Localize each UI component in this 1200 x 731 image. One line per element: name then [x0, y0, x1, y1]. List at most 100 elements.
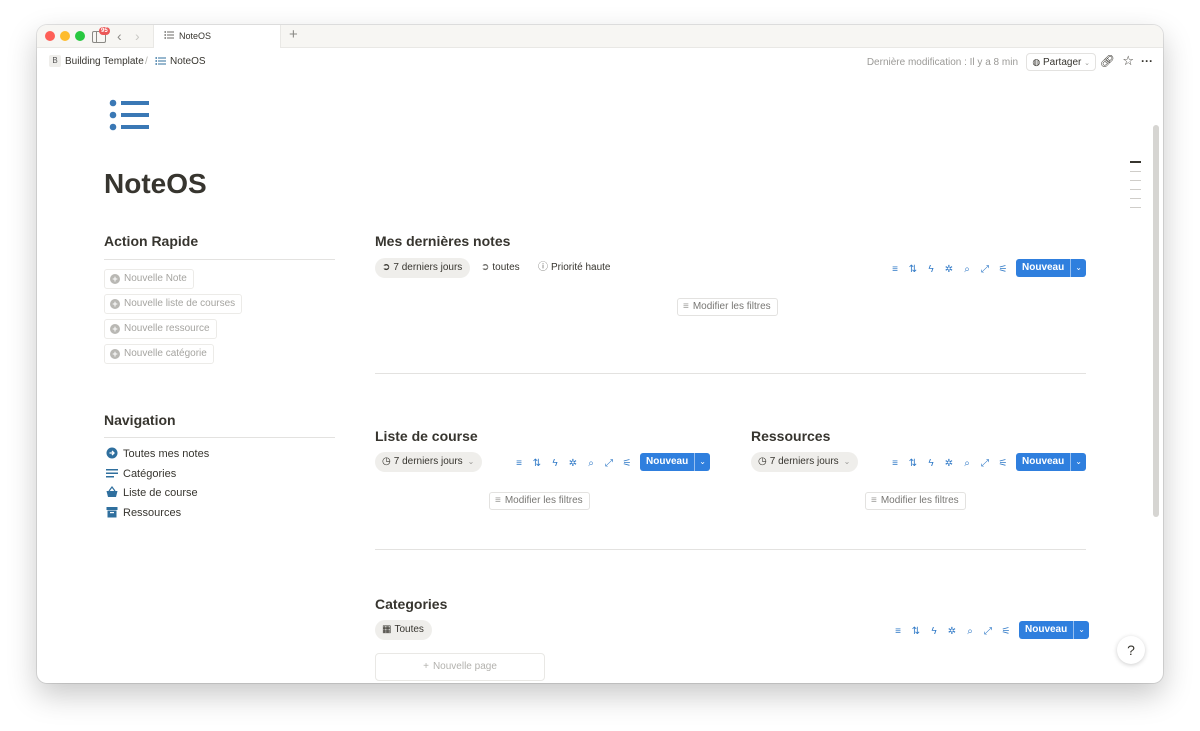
breadcrumb-workspace[interactable]: Building Template — [65, 56, 144, 67]
forward-arrow-icon[interactable]: › — [135, 28, 140, 44]
view-selector-last-7-days[interactable]: ◷ 7 derniers jours ⌄ — [375, 452, 483, 472]
expand-icon[interactable]: ⤢ — [979, 623, 997, 641]
new-entry-button[interactable]: Nouveau ⌄ — [1016, 453, 1086, 471]
settings-icon[interactable]: ⚟ — [997, 623, 1015, 641]
minimize-window-button[interactable] — [60, 31, 70, 41]
gallery-grid-icon: ▦ — [382, 624, 392, 635]
sparkle-icon[interactable]: ✲ — [940, 455, 958, 473]
settings-icon[interactable]: ⚟ — [994, 261, 1012, 279]
view-selector-last-7-days[interactable]: ◷ 7 derniers jours ⌄ — [751, 452, 859, 472]
star-icon[interactable]: ☆ — [1122, 53, 1134, 69]
settings-icon[interactable]: ⚟ — [618, 455, 636, 473]
nav-item-shopping-list[interactable]: Liste de course — [106, 486, 198, 499]
edit-filters-button[interactable]: ≡ Modifier les filtres — [677, 298, 778, 316]
last-modified-text: Dernière modification : Il y a 8 min — [866, 57, 1018, 68]
new-entry-button[interactable]: Nouveau ⌄ — [1016, 259, 1086, 277]
title-bar: 95 ‹ › NoteOS + — [37, 25, 1163, 48]
scrollbar[interactable] — [1153, 125, 1159, 517]
page-title: NoteOS — [104, 168, 207, 199]
workspace-icon: B — [49, 55, 61, 67]
search-icon[interactable]: ⌕ — [961, 623, 979, 641]
nav-item-resources[interactable]: Ressources — [106, 506, 181, 519]
chevron-down-icon[interactable]: ⌄ — [1073, 621, 1085, 639]
filter-icon[interactable]: ≡ — [889, 623, 907, 641]
view-label: 7 derniers jours — [393, 262, 463, 273]
app-window: 95 ‹ › NoteOS + B Building Template / No… — [37, 25, 1163, 683]
edit-filters-button[interactable]: ≡ Modifier les filtres — [489, 492, 590, 510]
close-window-button[interactable] — [45, 31, 55, 41]
new-resource-button[interactable]: + Nouvelle ressource — [104, 319, 217, 339]
new-shopping-list-button[interactable]: + Nouvelle liste de courses — [104, 294, 243, 314]
filters-label: Modifier les filtres — [880, 495, 959, 506]
new-page-button[interactable]: + Nouvelle page — [375, 653, 545, 681]
bulleted-list-icon — [109, 99, 149, 131]
sort-icon[interactable]: ⇅ — [904, 455, 922, 473]
sort-icon[interactable]: ⇅ — [907, 623, 925, 641]
view-tab-all-categories[interactable]: ▦ Toutes — [375, 620, 432, 640]
automation-icon[interactable]: ϟ — [546, 455, 564, 473]
automation-icon[interactable]: ϟ — [925, 623, 943, 641]
new-label: Nouveau — [1022, 456, 1065, 467]
database-toolbar: ≡ ⇅ ϟ ✲ ⌕ ⤢ ⚟ Nouveau ⌄ — [889, 621, 1089, 639]
plus-circle-icon: + — [110, 299, 120, 309]
sort-icon[interactable]: ⇅ — [528, 455, 546, 473]
sparkle-icon[interactable]: ✲ — [940, 261, 958, 279]
database-toolbar: ≡ ⇅ ϟ ✲ ⌕ ⤢ ⚟ Nouveau ⌄ — [510, 453, 710, 471]
new-note-button[interactable]: + Nouvelle Note — [104, 269, 194, 289]
plus-circle-icon: + — [110, 274, 120, 284]
table-of-contents-markers[interactable] — [1130, 161, 1141, 216]
zoom-window-button[interactable] — [75, 31, 85, 41]
link-icon[interactable]: 🔗︎ — [1100, 54, 1115, 68]
view-tab-last-7-days[interactable]: ➲ 7 derniers jours — [375, 258, 471, 278]
filter-icon[interactable]: ≡ — [510, 455, 528, 473]
filter-icon[interactable]: ≡ — [886, 261, 904, 279]
divider — [375, 549, 1086, 550]
chevron-down-icon[interactable]: ⌄ — [694, 453, 706, 471]
filter-icon: ≡ — [871, 495, 877, 506]
search-icon[interactable]: ⌕ — [958, 455, 976, 473]
help-button[interactable]: ? — [1117, 636, 1145, 664]
nav-item-categories[interactable]: Catégories — [106, 467, 176, 480]
share-button[interactable]: ◍ Partager ⌄ — [1026, 53, 1096, 71]
sparkle-icon[interactable]: ✲ — [943, 623, 961, 641]
chevron-down-icon[interactable]: ⌄ — [1070, 259, 1082, 277]
plus-circle-icon: + — [110, 349, 120, 359]
nav-item-all-notes[interactable]: Toutes mes notes — [106, 447, 209, 460]
button-label: Nouvelle liste de courses — [124, 298, 236, 309]
shopping-list-heading: Liste de course — [375, 428, 478, 444]
new-entry-button[interactable]: Nouveau ⌄ — [640, 453, 710, 471]
info-icon: ⓘ — [538, 262, 548, 273]
filter-icon[interactable]: ≡ — [886, 455, 904, 473]
expand-icon[interactable]: ⤢ — [976, 455, 994, 473]
lines-icon — [106, 469, 118, 478]
circle-arrow-icon — [106, 447, 118, 459]
new-entry-button[interactable]: Nouveau ⌄ — [1019, 621, 1089, 639]
edit-filters-button[interactable]: ≡ Modifier les filtres — [865, 492, 966, 510]
button-label: Nouvelle ressource — [124, 323, 210, 334]
tab-noteos[interactable]: NoteOS — [153, 25, 281, 48]
settings-icon[interactable]: ⚟ — [994, 455, 1012, 473]
view-tab-all[interactable]: ➲ toutes — [474, 258, 528, 278]
nav-label: Liste de course — [123, 487, 198, 499]
plus-circle-icon: + — [110, 324, 120, 334]
breadcrumb-page[interactable]: NoteOS — [170, 56, 206, 67]
new-tab-icon[interactable]: + — [289, 27, 298, 43]
list-icon — [155, 57, 166, 65]
nav-label: Catégories — [123, 468, 177, 480]
circle-arrow-icon: ➲ — [481, 262, 490, 273]
expand-icon[interactable]: ⤢ — [976, 261, 994, 279]
search-icon[interactable]: ⌕ — [958, 261, 976, 279]
search-icon[interactable]: ⌕ — [582, 455, 600, 473]
sort-icon[interactable]: ⇅ — [904, 261, 922, 279]
expand-icon[interactable]: ⤢ — [600, 455, 618, 473]
sparkle-icon[interactable]: ✲ — [564, 455, 582, 473]
automation-icon[interactable]: ϟ — [922, 261, 940, 279]
share-label: Partager — [1042, 57, 1082, 68]
back-arrow-icon[interactable]: ‹ — [117, 28, 122, 44]
automation-icon[interactable]: ϟ — [922, 455, 940, 473]
view-tab-high-priority[interactable]: ⓘ Priorité haute — [531, 258, 618, 278]
chevron-down-icon[interactable]: ⌄ — [1070, 453, 1082, 471]
new-category-button[interactable]: + Nouvelle catégorie — [104, 344, 214, 364]
chevron-down-icon: ⌄ — [843, 457, 851, 466]
more-options-icon[interactable]: ··· — [1141, 54, 1153, 68]
